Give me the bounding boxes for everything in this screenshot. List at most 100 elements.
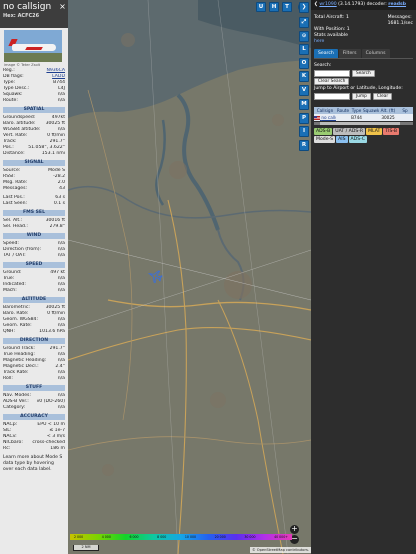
multiselect-button[interactable]: M [299, 99, 309, 110]
expand-panel-button[interactable]: ❯ [299, 2, 309, 13]
detail-row: Roll: n/a [3, 376, 65, 382]
source-legend: ADS-B UAT / ADS-R MLAT TIS-B Mode-S AIS ADS-C [314, 128, 413, 144]
button-u[interactable]: U [256, 2, 266, 12]
stats-block: Total Aircraft: 1 Messages: 1681.1/sec Wi… [311, 10, 416, 45]
cell-type: B744 [351, 115, 362, 120]
column-header-route[interactable]: Route [336, 107, 350, 114]
aircraft-photo[interactable] [4, 30, 62, 62]
aircraft-sidebar: no callsign Hex: ACFC26 × image © Teter … [0, 0, 68, 554]
table-row[interactable]: no callsign B744 30025 [314, 114, 413, 121]
kml-button[interactable]: K [299, 71, 309, 82]
altitude-legend: 2 000 4 000 6 000 8 000 10 000 20 000 30 000 40… [70, 534, 292, 540]
altitude-button[interactable]: V [299, 85, 309, 96]
column-header-type[interactable]: Type [350, 107, 363, 114]
detail-value: 1013.6 hPa [39, 329, 65, 334]
section-header-spatial: SPATIAL [3, 107, 65, 113]
detail-row: Last Seen: 0.1 s [3, 201, 65, 207]
chevron-left-icon[interactable]: ❮ [314, 2, 318, 7]
labels-button[interactable]: L [299, 44, 309, 55]
cell-squawk [363, 114, 379, 121]
site-link[interactable]: wr1090 [319, 2, 336, 7]
button-h[interactable]: H [269, 2, 279, 12]
search-label: Search: [314, 63, 332, 68]
search-button[interactable]: Search [352, 70, 375, 77]
altitude-legend-label: 6 000 [129, 535, 139, 539]
aircraft-details: SPATIAL Groundspeed: 497kt Baro. altitude: 3… [0, 107, 68, 452]
stats-link[interactable]: here [314, 39, 413, 45]
detail-row: TAT / OAT: n/a [3, 253, 65, 259]
tab-filters[interactable]: Filters [338, 49, 361, 58]
detail-row: Category: n/a [3, 405, 65, 411]
detail-label: Sel. Head.: [3, 224, 28, 229]
altitude-legend-label: 4 000 [101, 535, 111, 539]
tracks-button[interactable]: O [299, 58, 309, 69]
clear-button[interactable]: Clear [372, 93, 393, 100]
center-button[interactable]: ⊙ [299, 31, 309, 42]
detail-value: 43 [59, 186, 65, 191]
cell-callsign[interactable]: no callsign [314, 114, 336, 121]
detail-label: Category: [3, 405, 26, 410]
aircraft-info: Reg.:N936CAUnited StatesDB flags:LADDTyp… [0, 68, 68, 104]
map-layer-buttons: U H T [256, 2, 292, 12]
altitude-legend-label: 20 000 [214, 535, 226, 539]
scale-bar: 2 NM [73, 545, 99, 551]
section-header-fms-sel: FMS SEL [3, 210, 65, 216]
jump-button[interactable]: Jump [352, 93, 371, 100]
column-header-alt-ft[interactable]: Alt. (ft) [379, 107, 397, 114]
source-badge-tis-b: TIS-B [383, 128, 400, 135]
detail-value: 279.8° [49, 224, 65, 229]
tab-search[interactable]: Search [314, 49, 338, 58]
detail-row: QNH: 1013.6 hPa [3, 329, 65, 335]
detail-label: Roll: [3, 376, 13, 381]
search-section: Search: Search Clear Search Jump to Airp… [311, 59, 416, 105]
detail-label: Last Seen: [3, 201, 28, 206]
selected-callsign: no callsign [3, 2, 52, 12]
photo-credit: image © Teter Zsolt [4, 63, 41, 67]
us-flag-icon [314, 116, 320, 120]
detail-label: QNH: [3, 329, 16, 334]
altitude-legend-label: 30 000 [244, 535, 256, 539]
detail-row: Mach: n/a [3, 288, 65, 294]
selected-hex: Hex: ACFC26 [3, 13, 40, 19]
detail-row: Sel. Head.: 279.8° [3, 224, 65, 230]
info-label: Route: [3, 98, 18, 103]
cell-speed [397, 114, 413, 121]
close-icon[interactable]: × [59, 2, 66, 11]
map-canvas[interactable] [68, 0, 311, 554]
persist-button[interactable]: P [299, 113, 309, 124]
clear-search-button[interactable]: Clear Search [314, 78, 350, 85]
button-t[interactable]: T [282, 2, 292, 12]
learn-more-text: Learn more about Mode S data type by hov… [3, 455, 63, 472]
panel-header: ❮ wr1090 (3.14.1793) decoder: readsb [311, 0, 416, 10]
cell-alt: 30025 [381, 115, 395, 120]
messages-rate: Messages: 1681.1/sec [387, 15, 413, 26]
section-header-speed: SPEED [3, 262, 65, 268]
altitude-legend-label: 40 000+ [274, 535, 288, 539]
section-header-altitude: ALTITUDE [3, 297, 65, 303]
fullscreen-button[interactable]: ⤢ [299, 17, 309, 28]
table-scrollbar[interactable] [314, 122, 413, 125]
jump-input[interactable] [314, 93, 350, 100]
detail-label: Messages: [3, 186, 28, 191]
cell-route [336, 114, 350, 121]
tab-columns[interactable]: Columns [361, 49, 390, 58]
detail-value: n/a [57, 405, 65, 410]
altitude-legend-label: 8 000 [157, 535, 167, 539]
detail-label: Distance: [3, 151, 25, 156]
column-header-callsign[interactable]: Callsign [314, 107, 336, 114]
column-header-squawk[interactable]: Squawk [363, 107, 379, 114]
source-badge-ads-b: ADS-B [314, 128, 333, 135]
reset-button[interactable]: R [299, 140, 309, 151]
section-header-direction: DIRECTION [3, 338, 65, 344]
aircraft-list-panel: ❮ wr1090 (3.14.1793) decoder: readsb Tot… [311, 0, 416, 554]
info-button[interactable]: I [299, 126, 309, 137]
column-header-sp[interactable]: Sp [397, 107, 413, 114]
search-input[interactable] [314, 70, 350, 77]
map-view[interactable]: U H T ⌖ + − 2 0004 0006 0008 00010 00020… [68, 0, 311, 554]
source-badge-mode-s: Mode-S [314, 136, 336, 143]
source-badge-uat-ads-r: UAT / ADS-R [333, 128, 366, 135]
jump-label: Jump to Airport or Latitude, Longitude: [314, 86, 403, 91]
decoder-link[interactable]: readsb [388, 2, 406, 7]
callsign-text[interactable]: no callsign [321, 115, 336, 120]
detail-value: n/a [57, 376, 65, 381]
